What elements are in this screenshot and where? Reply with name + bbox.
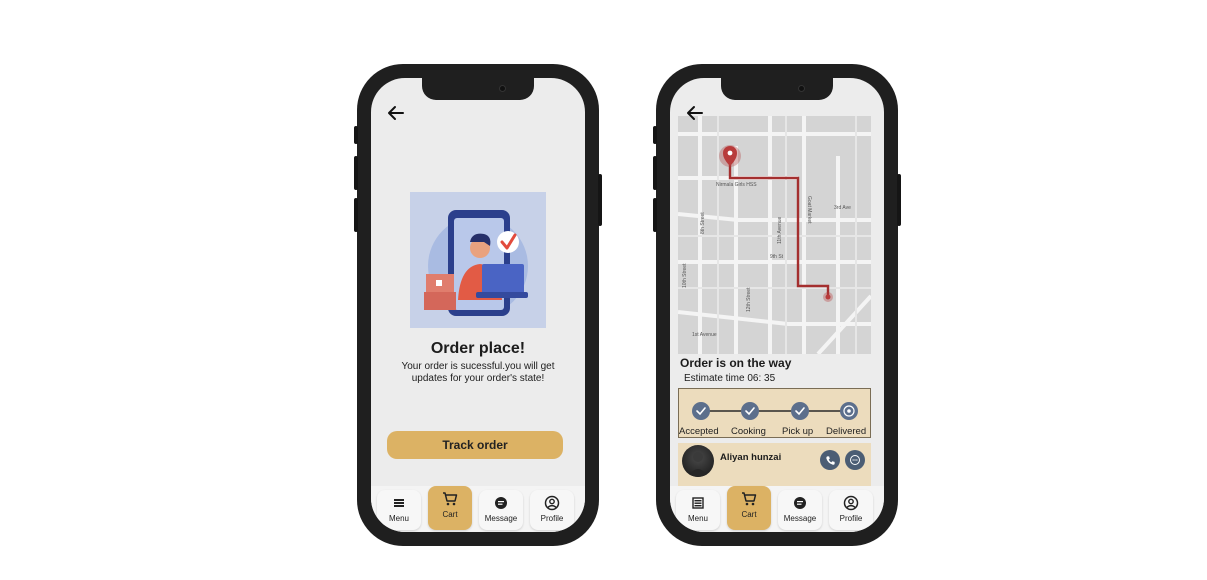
nav-label-message: Message [484,514,518,523]
step-label-cooking: Cooking [731,426,766,437]
message-icon [495,497,507,509]
phone-icon [825,455,835,465]
cart-icon [443,492,458,506]
profile-icon [843,495,859,511]
phone-order-placed: Order place! Your order is sucessful.you… [354,64,602,546]
map-label-11th-avenue: 11th Avenue [777,216,783,244]
nav-label-cart: Cart [741,510,757,519]
map-label-1st-avenue: 1st Avenue [692,332,717,338]
step-pickup-check-icon [791,402,809,420]
nav-item-profile[interactable]: Profile [829,490,873,530]
courier-location-icon [823,292,833,302]
screen-order-tracking: Nirmala Girls HSS 3rd Ave 9th St 1st Ave… [670,78,884,532]
map-label-3rd-ave: 3rd Ave [834,205,851,211]
nav-label-menu: Menu [388,514,409,523]
nav-item-menu[interactable]: Menu [676,490,720,530]
phone-order-tracking: Nirmala Girls HSS 3rd Ave 9th St 1st Ave… [653,64,901,546]
message-driver-button[interactable] [845,450,865,470]
nav-label-profile: Profile [839,514,863,523]
delivery-map[interactable]: Nirmala Girls HSS 3rd Ave 9th St 1st Ave… [677,116,873,356]
map-label-nirmala: Nirmala Girls HSS [716,182,757,188]
notch [721,78,833,100]
nav-label-menu: Menu [687,514,708,523]
nav-label-cart: Cart [442,510,458,519]
map-label-8th-street: 8th Street [700,212,706,234]
nav-label-message: Message [783,514,817,523]
step-label-accepted: Accepted [679,426,719,437]
map-label-goat-market: Goat Market [806,196,812,224]
step-delivered-pending-icon [840,402,858,420]
step-accepted-check-icon [692,402,710,420]
profile-icon [544,495,560,511]
bottom-nav: Menu Cart Message Profile [670,486,884,532]
nav-item-message[interactable]: Message [778,490,822,530]
call-driver-button[interactable] [820,450,840,470]
driver-name: Aliyan hunzai [720,452,782,463]
step-label-delivered: Delivered [826,426,867,437]
nav-label-profile: Profile [540,514,564,523]
notch [422,78,534,100]
step-label-pickup: Pick up [782,426,814,437]
order-progress-tracker: Accepted Cooking Pick up Delivered [678,388,871,438]
chat-icon [850,455,860,465]
menu-icon [692,497,704,509]
destination-pin-icon [719,145,741,167]
nav-item-message[interactable]: Message [479,490,523,530]
step-cooking-check-icon [741,402,759,420]
map-label-12th-street: 12th Street [746,287,752,312]
driver-card: Aliyan hunzai [678,443,871,486]
page-title: Order place! [430,340,526,357]
cart-icon [742,492,757,506]
estimate-time: Estimate time 06: 35 [684,373,776,384]
back-arrow-icon[interactable] [385,102,407,124]
nav-item-menu[interactable]: Menu [377,490,421,530]
screen-order-placed: Order place! Your order is sucessful.you… [371,78,585,532]
track-order-button[interactable]: Track order [387,431,563,459]
message-icon [794,497,806,509]
order-success-description: Your order is sucessful.you will get upd… [401,361,555,384]
order-success-illustration [410,192,546,328]
nav-item-profile[interactable]: Profile [530,490,574,530]
nav-item-cart[interactable]: Cart [727,486,771,530]
map-label-9th-st: 9th St [770,254,784,260]
menu-icon [394,499,404,507]
back-arrow-icon[interactable] [684,102,706,124]
nav-item-cart[interactable]: Cart [428,486,472,530]
order-status-title: Order is on the way [680,356,792,370]
map-label-10th-street: 10th Street [682,263,688,288]
driver-avatar [682,445,714,477]
bottom-nav: Menu Cart Message Profile [371,486,585,532]
